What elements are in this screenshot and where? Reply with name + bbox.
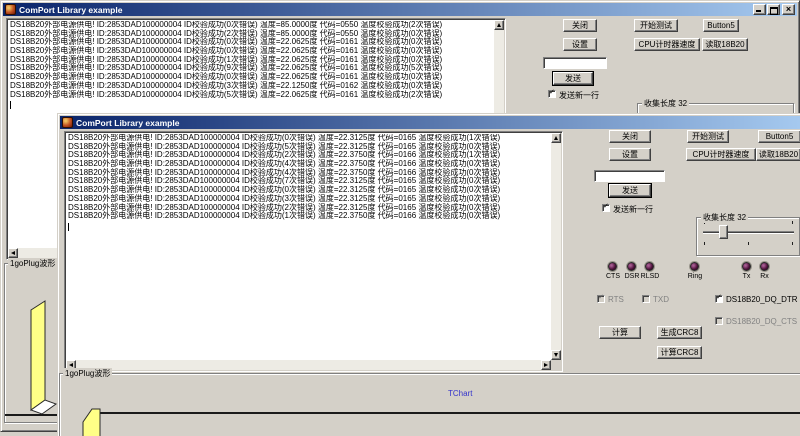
- arrow-up-icon: [497, 23, 501, 27]
- chart-bar: [31, 301, 45, 410]
- scrollbar-corner: [551, 360, 561, 370]
- send-newline-label: 发送新一行: [613, 204, 653, 215]
- settings-button[interactable]: 设置: [563, 38, 597, 51]
- window-comport-2: ComPort Library example DS18B20外部电源供电! I…: [57, 113, 800, 436]
- read-18b20-button[interactable]: 读取18B20: [702, 38, 748, 51]
- rx-led: [760, 262, 769, 271]
- minimize-icon: [756, 10, 761, 12]
- ring-led: [690, 262, 699, 271]
- collect-length-label: 收集长度 32: [701, 212, 748, 223]
- close-button[interactable]: 关闭: [609, 130, 651, 143]
- text-caret: [68, 223, 69, 231]
- txd-checkbox[interactable]: [642, 295, 650, 303]
- tchart-canvas-2: [58, 373, 800, 436]
- log-memo-2[interactable]: DS18B20外部电源供电! ID:2853DAD100000004 ID校验成…: [64, 131, 563, 372]
- settings-button[interactable]: 设置: [609, 148, 651, 161]
- collect-length-slider[interactable]: [703, 231, 794, 234]
- button5[interactable]: Button5: [758, 130, 800, 143]
- txd-label: TXD: [653, 295, 669, 304]
- ds18b20-dq-cts-checkbox[interactable]: [715, 317, 723, 325]
- wave-group-label: 1goPlug波形: [63, 368, 112, 379]
- send-input[interactable]: [594, 170, 665, 182]
- cpu-timer-button[interactable]: CPU计时器速度: [634, 38, 700, 51]
- dsr-led: [627, 262, 636, 271]
- generate-crc8-button[interactable]: 生成CRC8: [657, 326, 702, 339]
- chart-bar: [83, 409, 100, 436]
- read-18b20-button[interactable]: 读取18B20: [756, 148, 800, 161]
- tx-led: [742, 262, 751, 271]
- slider-tick: [704, 242, 705, 245]
- titlebar-2[interactable]: ComPort Library example: [60, 116, 800, 129]
- send-newline-checkbox[interactable]: [602, 204, 610, 212]
- slider-tick: [792, 242, 793, 245]
- ring-label: Ring: [686, 273, 704, 280]
- slider-tick: [748, 242, 749, 245]
- arrow-left-icon: [69, 363, 73, 367]
- ds18b20-dq-dtr-label: DS18B20_DQ_DTR: [726, 295, 798, 304]
- tx-label: Tx: [740, 273, 753, 280]
- cts-label: CTS: [604, 273, 622, 280]
- maximize-button[interactable]: [767, 4, 780, 15]
- send-newline-label: 发送新一行: [559, 90, 599, 101]
- slider-tick: [792, 221, 793, 224]
- memo-line: DS18B20外部电源供电! ID:2853DAD100000004 ID校验成…: [68, 212, 550, 221]
- collect-length-label: 收集长度 32: [642, 98, 689, 109]
- scroll-left-button[interactable]: [8, 248, 18, 258]
- rx-label: Rx: [758, 273, 771, 280]
- cts-led: [608, 262, 617, 271]
- window-title: ComPort Library example: [76, 118, 179, 128]
- cpu-timer-button[interactable]: CPU计时器速度: [686, 148, 756, 161]
- window-title: ComPort Library example: [19, 5, 122, 15]
- send-input[interactable]: [543, 57, 607, 69]
- rlsd-led: [645, 262, 654, 271]
- start-test-button[interactable]: 开始测试: [634, 19, 678, 32]
- maximize-icon: [770, 7, 778, 15]
- scroll-right-button[interactable]: [541, 360, 551, 370]
- memo-log: DS18B20外部电源供电! ID:2853DAD100000004 ID校验成…: [68, 134, 550, 359]
- rlsd-label: RLSD: [639, 273, 661, 280]
- titlebar-1[interactable]: ComPort Library example: [3, 3, 797, 16]
- rts-checkbox[interactable]: [597, 295, 605, 303]
- send-button[interactable]: 发送: [553, 72, 593, 85]
- minimize-button[interactable]: [753, 4, 766, 15]
- close-icon: ×: [783, 4, 794, 15]
- arrow-left-icon: [11, 251, 15, 255]
- close-button[interactable]: 关闭: [563, 19, 597, 32]
- slider-thumb[interactable]: [719, 225, 728, 239]
- scroll-up-button[interactable]: [494, 20, 504, 30]
- calc-crc8-button[interactable]: 计算CRC8: [657, 346, 702, 359]
- button5[interactable]: Button5: [703, 19, 739, 32]
- ds18b20-dq-cts-label: DS18B20_DQ_CTS: [726, 317, 797, 326]
- ds18b20-dq-dtr-checkbox[interactable]: [715, 295, 723, 303]
- vertical-scrollbar[interactable]: [551, 133, 561, 360]
- scroll-down-button[interactable]: [551, 350, 561, 360]
- wave-group-label: 1goPlug波形: [8, 258, 57, 269]
- arrow-right-icon: [544, 363, 548, 367]
- send-button[interactable]: 发送: [609, 184, 651, 197]
- arrow-up-icon: [554, 136, 558, 140]
- rts-label: RTS: [608, 295, 624, 304]
- text-caret: [10, 101, 11, 109]
- scroll-up-button[interactable]: [551, 133, 561, 143]
- send-newline-checkbox[interactable]: [548, 90, 556, 98]
- start-test-button[interactable]: 开始测试: [687, 130, 729, 143]
- arrow-down-icon: [554, 353, 558, 357]
- memo-line: DS18B20外部电源供电! ID:2853DAD100000004 ID校验成…: [10, 91, 493, 100]
- horizontal-scrollbar[interactable]: [66, 360, 551, 370]
- desktop: ComPort Library example × DS18B20外部电源供电!…: [0, 0, 800, 436]
- close-window-button[interactable]: ×: [782, 4, 795, 15]
- app-icon: [62, 117, 73, 128]
- app-icon: [5, 4, 16, 15]
- calc-button[interactable]: 计算: [599, 326, 641, 339]
